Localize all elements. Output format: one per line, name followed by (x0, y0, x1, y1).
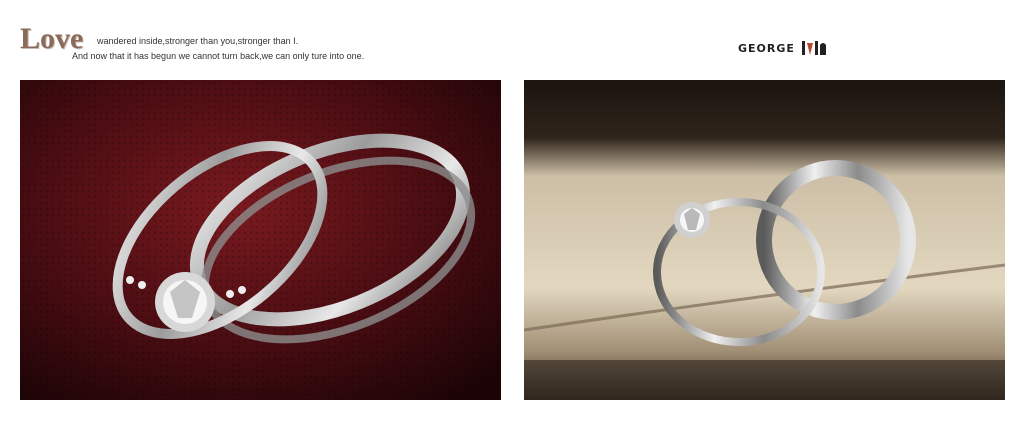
rings-in-box-photo (524, 80, 1005, 400)
logo-text: GEORGE (738, 41, 795, 55)
rings-on-fabric-photo (20, 80, 501, 400)
logo-mark-icon (801, 41, 826, 55)
header: Love wandered inside,stronger than you,s… (0, 0, 1024, 78)
caption-line-1: wandered inside,stronger than you,strong… (97, 36, 299, 46)
brand-logo: GEORGE (738, 38, 827, 58)
caption-line-2: And now that it has begun we cannot turn… (72, 51, 365, 61)
